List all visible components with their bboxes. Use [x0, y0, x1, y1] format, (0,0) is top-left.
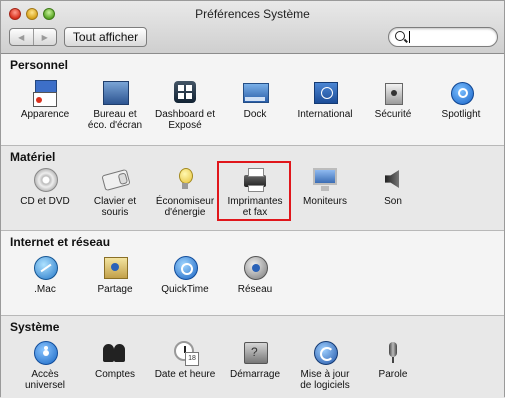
pref-cd-dvd[interactable]: CD et DVD [9, 167, 81, 207]
pref-parole[interactable]: Parole [357, 340, 429, 380]
energy-saver-icon [171, 167, 199, 193]
forward-button[interactable]: ▶ [32, 29, 57, 45]
pref-securite[interactable]: Sécurité [357, 80, 429, 120]
system-preferences-window: Préférences Système ◀ ▶ Tout afficher Pe… [0, 0, 505, 398]
security-icon [379, 80, 407, 106]
spotlight-icon [447, 80, 475, 106]
keyboard-mouse-icon [101, 167, 131, 193]
pref-label: QuickTime [161, 284, 209, 295]
quicktime-icon [171, 255, 199, 281]
pref-label: Comptes [94, 369, 135, 380]
accounts-icon [101, 340, 129, 366]
pref-apparence[interactable]: Apparence [9, 80, 81, 120]
dotmac-icon [31, 255, 59, 281]
search-field[interactable] [388, 27, 498, 47]
section-internet-reseau: Internet et réseau .Mac Partage QuickTim… [1, 231, 504, 316]
pref-demarrage[interactable]: Démarrage [219, 340, 291, 380]
section-systeme: Système Accès universel Comptes 18 Date e… [1, 316, 504, 398]
sharing-icon [101, 255, 129, 281]
pref-quicktime[interactable]: QuickTime [149, 255, 221, 295]
section-title: Personnel [10, 58, 69, 72]
startup-disk-icon [241, 340, 269, 366]
section-title: Internet et réseau [10, 235, 111, 249]
nav-segment: ◀ ▶ [9, 28, 57, 46]
search-icon [395, 31, 405, 41]
pref-label: Spotlight [441, 109, 481, 120]
section-title: Matériel [10, 150, 56, 164]
pref-label: Imprimantes et fax [227, 196, 283, 218]
back-button[interactable]: ◀ [10, 29, 33, 45]
pref-label: Partage [97, 284, 133, 295]
pref-label: Mise à jour de logiciels [300, 369, 350, 391]
pref-label: Apparence [20, 109, 70, 120]
displays-icon [311, 167, 339, 193]
universal-access-icon [31, 340, 59, 366]
pref-label: International [297, 109, 353, 120]
text-cursor [409, 31, 410, 43]
network-icon [241, 255, 269, 281]
pref-label: Moniteurs [303, 196, 347, 207]
pref-label: Son [384, 196, 402, 207]
pref-label: Dock [243, 109, 267, 120]
pref-partage[interactable]: Partage [79, 255, 151, 295]
pref-clavier-souris[interactable]: Clavier et souris [79, 167, 151, 218]
pref-label: Parole [378, 369, 408, 380]
pref-economiseur[interactable]: Économiseur d'énergie [149, 167, 221, 218]
dashboard-expose-icon [171, 80, 199, 106]
pref-dock[interactable]: Dock [219, 80, 291, 120]
pref-mise-a-jour[interactable]: Mise à jour de logiciels [289, 340, 361, 391]
section-title: Système [10, 320, 60, 334]
pref-label: Dashboard et Exposé [154, 109, 216, 131]
pref-imprimantes-fax[interactable]: Imprimantes et fax [219, 167, 291, 218]
section-materiel: Matériel CD et DVD Clavier et souris Écon… [1, 146, 504, 231]
pref-label: Bureau et éco. d'écran [87, 109, 143, 131]
pref-acces-universel[interactable]: Accès universel [9, 340, 81, 391]
date-time-icon: 18 [171, 340, 199, 366]
sound-icon [379, 167, 407, 193]
pref-label: Date et heure [154, 369, 216, 380]
toolbar: Préférences Système ◀ ▶ Tout afficher [1, 1, 504, 54]
pref-label: Économiseur d'énergie [155, 196, 215, 218]
speech-icon [379, 340, 407, 366]
appearance-icon [31, 80, 59, 107]
pref-dashboard[interactable]: Dashboard et Exposé [149, 80, 221, 131]
pref-label: .Mac [34, 284, 56, 295]
pref-reseau[interactable]: Réseau [219, 255, 291, 295]
printer-fax-icon [241, 167, 269, 193]
pref-label: Accès universel [24, 369, 66, 391]
pref-moniteurs[interactable]: Moniteurs [289, 167, 361, 207]
pref-label: Sécurité [374, 109, 412, 120]
pref-dotmac[interactable]: .Mac [9, 255, 81, 295]
pref-spotlight[interactable]: Spotlight [425, 80, 497, 120]
pref-comptes[interactable]: Comptes [79, 340, 151, 380]
dock-icon [241, 80, 269, 106]
software-update-icon [311, 340, 339, 366]
pref-label: Démarrage [229, 369, 281, 380]
cd-dvd-icon [31, 167, 59, 193]
pref-date-heure[interactable]: 18 Date et heure [149, 340, 221, 380]
window-title: Préférences Système [195, 7, 310, 21]
pref-son[interactable]: Son [357, 167, 429, 207]
pref-international[interactable]: International [289, 80, 361, 120]
section-personnel: Personnel Apparence Bureau et éco. d'écra… [1, 54, 504, 146]
pref-bureau[interactable]: Bureau et éco. d'écran [79, 80, 151, 131]
pref-label: Réseau [237, 284, 273, 295]
pref-label: Clavier et souris [93, 196, 137, 218]
pref-label: CD et DVD [20, 196, 70, 207]
international-icon [311, 80, 339, 106]
show-all-button[interactable]: Tout afficher [64, 27, 147, 47]
desktop-screensaver-icon [101, 80, 129, 106]
